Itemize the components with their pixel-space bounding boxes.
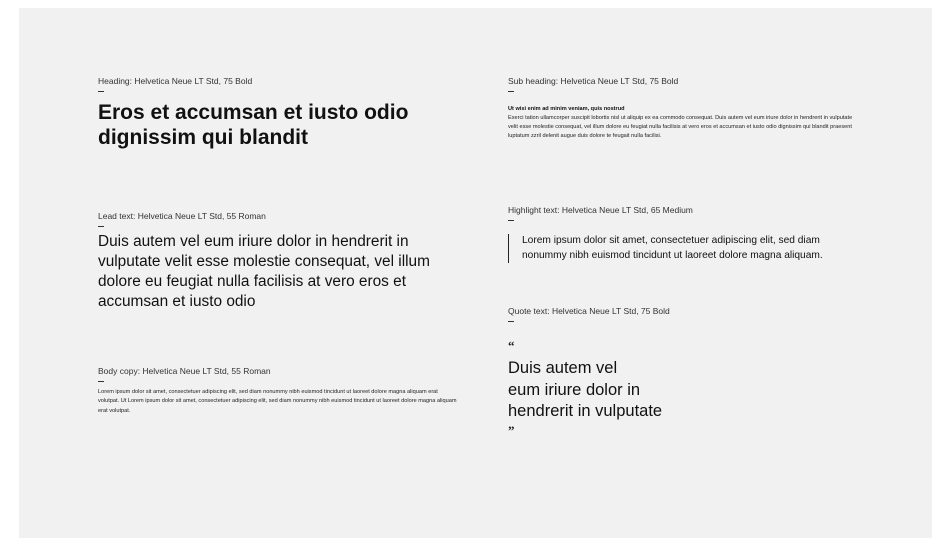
heading-text: Eros et accumsan et iusto odio dignissim… [98, 101, 409, 149]
quote-label: Quote text: Helvetica Neue LT Std, 75 Bo… [508, 306, 670, 316]
subheading-text: Exerci tation ullamcorper suscipit lobor… [508, 115, 853, 140]
subheading-sample: Sub heading: Helvetica Neue LT Std, 75 B… [508, 76, 858, 141]
body-sample: Body copy: Helvetica Neue LT Std, 55 Rom… [98, 366, 458, 416]
subheading-title: Ut wisi enim ad minim veniam, quis nostr… [508, 106, 625, 112]
quote-line: hendrerit in vulputate [508, 402, 663, 420]
heading-label: Heading: Helvetica Neue LT Std, 75 Bold [98, 76, 253, 86]
highlight-text: Lorem ipsum dolor sit amet, consectetuer… [522, 235, 823, 261]
quote-open-mark: “ [508, 338, 515, 353]
quote-close-mark: ” [508, 422, 515, 438]
body-label: Body copy: Helvetica Neue LT Std, 55 Rom… [98, 366, 271, 376]
lead-label: Lead text: Helvetica Neue LT Std, 55 Rom… [98, 211, 266, 221]
subheading-label: Sub heading: Helvetica Neue LT Std, 75 B… [508, 76, 679, 86]
quote-line: eum iriure dolor in [508, 380, 641, 399]
highlight-dash [508, 220, 514, 221]
highlight-label: Highlight text: Helvetica Neue LT Std, 6… [508, 205, 693, 215]
quote-sample: Quote text: Helvetica Neue LT Std, 75 Bo… [508, 306, 708, 437]
lead-sample: Lead text: Helvetica Neue LT Std, 55 Rom… [98, 211, 448, 312]
lead-dash [98, 226, 104, 227]
heading-dash [98, 91, 104, 92]
highlight-block: Lorem ipsum dolor sit amet, consectetuer… [508, 234, 862, 263]
highlight-bar [508, 234, 509, 263]
quote-line: Duis autem vel [508, 359, 618, 377]
body-dash [98, 381, 104, 382]
lead-text: Duis autem vel eum iriure dolor in hendr… [98, 233, 430, 310]
quote-text: Duis autem vel eum iriure dolor in hendr… [508, 358, 708, 423]
highlight-sample: Highlight text: Helvetica Neue LT Std, 6… [508, 205, 862, 263]
typography-panel: Heading: Helvetica Neue LT Std, 75 Bold … [19, 8, 932, 538]
body-text: Lorem ipsum dolor sit amet, consectetuer… [98, 389, 457, 414]
heading-sample: Heading: Helvetica Neue LT Std, 75 Bold … [98, 76, 468, 150]
quote-dash [508, 321, 514, 322]
subheading-dash [508, 91, 514, 92]
